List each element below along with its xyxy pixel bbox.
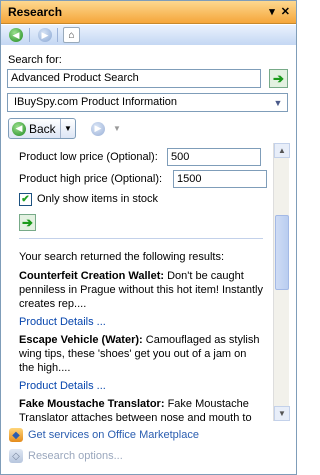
back-button[interactable]: ◀ Back ▼ xyxy=(8,118,76,139)
nav-back-icon[interactable]: ◀ xyxy=(9,28,23,42)
back-button-label: Back xyxy=(29,121,56,136)
close-icon[interactable]: ✕ xyxy=(281,5,290,18)
go-arrow-icon: ➔ xyxy=(22,214,33,230)
pane-nav-strip: ◀ ▶ ⌂ xyxy=(1,25,296,45)
scroll-down-arrow[interactable]: ▼ xyxy=(274,406,290,421)
result-title: Escape Vehicle (Water): xyxy=(19,334,143,346)
result-item: Escape Vehicle (Water): Camouflaged as s… xyxy=(19,333,263,393)
in-stock-label: Only show items in stock xyxy=(37,193,159,205)
scroll-up-arrow[interactable]: ▲ xyxy=(274,143,290,158)
research-pane: Research ▾ ✕ ◀ ▶ ⌂ Search for: Advanced … xyxy=(0,0,297,475)
high-price-label: Product high price (Optional): xyxy=(19,173,163,185)
results-divider xyxy=(19,238,263,239)
checkmark-icon: ✔ xyxy=(21,194,30,205)
forward-arrow-icon: ▶ xyxy=(91,121,105,136)
office-marketplace-link[interactable]: ◆ Get services on Office Marketplace xyxy=(9,428,199,442)
home-icon[interactable]: ⌂ xyxy=(63,27,80,43)
product-details-link[interactable]: Product Details ... xyxy=(19,379,263,393)
result-title: Fake Moustache Translator: xyxy=(19,398,165,410)
go-arrow-icon: ➔ xyxy=(273,70,284,86)
low-price-field[interactable]: 500 xyxy=(167,148,261,166)
forward-button[interactable]: ▶ ▼ xyxy=(87,119,129,138)
research-source-select[interactable]: IBuySpy.com Product Information ▼ xyxy=(7,93,288,112)
scroll-thumb[interactable] xyxy=(275,215,289,290)
pane-menu-icon[interactable]: ▾ xyxy=(269,5,275,18)
research-options-link[interactable]: ◇ Research options... xyxy=(9,449,123,463)
result-title: Counterfeit Creation Wallet: xyxy=(19,270,165,282)
pane-titlebar: Research ▾ ✕ xyxy=(1,1,296,24)
nav-separator xyxy=(29,28,30,42)
in-stock-checkbox[interactable]: ✔ xyxy=(19,193,32,206)
high-price-field[interactable]: 1500 xyxy=(173,170,267,188)
results-scrollbar[interactable]: ▲ ▼ xyxy=(273,143,290,421)
marketplace-icon: ◆ xyxy=(9,428,23,442)
low-price-label: Product low price (Optional): xyxy=(19,151,158,163)
back-arrow-icon: ◀ xyxy=(12,121,26,136)
titlebar-controls: ▾ ✕ xyxy=(269,5,290,18)
research-options-label: Research options... xyxy=(28,450,123,462)
pane-title: Research xyxy=(8,5,63,19)
source-selected-value: IBuySpy.com Product Information xyxy=(14,96,178,108)
start-search-button[interactable]: ➔ xyxy=(269,69,288,88)
result-item: Counterfeit Creation Wallet: Don't be ca… xyxy=(19,269,263,329)
back-history-dropdown[interactable]: ▼ xyxy=(60,119,75,138)
nav-forward-icon[interactable]: ▶ xyxy=(38,28,52,42)
forward-history-dropdown[interactable]: ▼ xyxy=(113,124,121,133)
marketplace-link-label: Get services on Office Marketplace xyxy=(28,429,199,441)
search-label: Search for: xyxy=(8,54,62,66)
chevron-down-icon: ▼ xyxy=(273,97,283,108)
results-intro: Your search returned the following resul… xyxy=(19,251,225,263)
submit-search-button[interactable]: ➔ xyxy=(19,214,36,231)
result-item: Fake Moustache Translator: Fake Moustach… xyxy=(19,397,263,421)
results-panel: Product low price (Optional): 500 Produc… xyxy=(7,143,273,421)
research-options-icon: ◇ xyxy=(9,449,23,463)
nav-separator xyxy=(57,28,58,42)
product-details-link[interactable]: Product Details ... xyxy=(19,315,263,329)
search-input[interactable]: Advanced Product Search xyxy=(7,69,261,88)
